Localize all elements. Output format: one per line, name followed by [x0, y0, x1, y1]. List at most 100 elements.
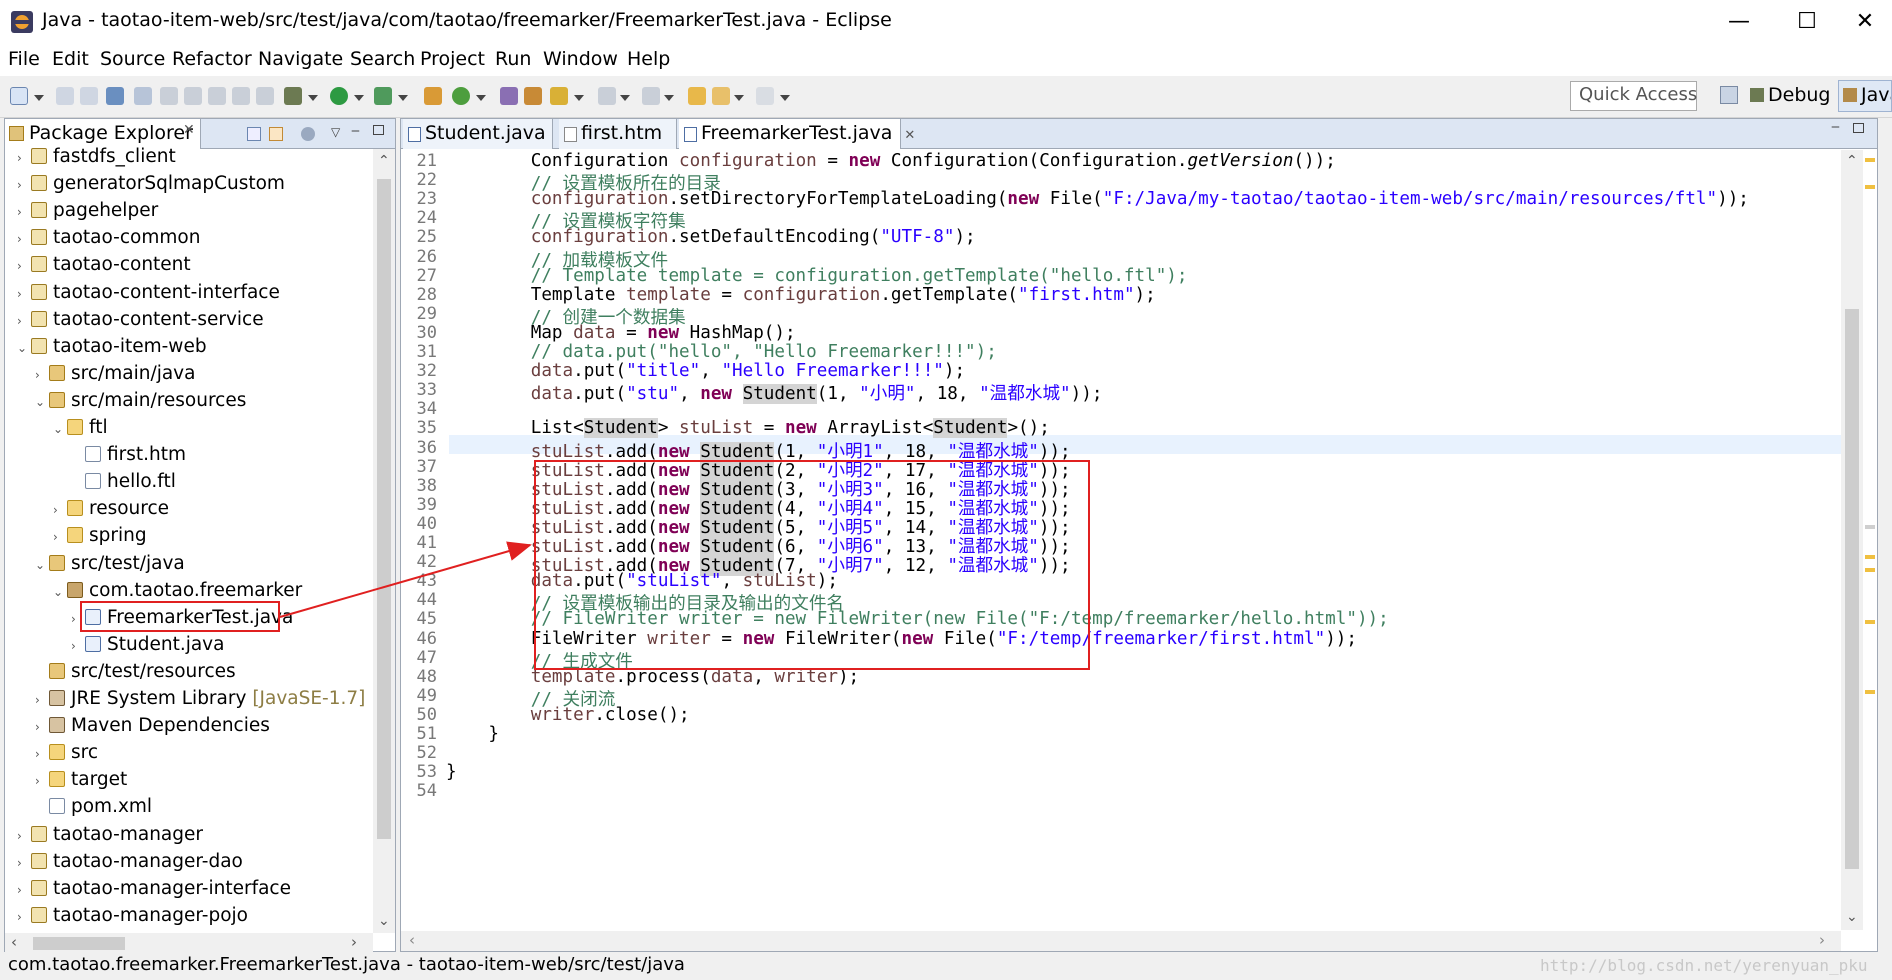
expand-arrow-icon[interactable]: › — [35, 768, 49, 795]
tree-item[interactable]: › taotao-content — [17, 251, 191, 278]
expand-arrow-icon[interactable]: › — [53, 497, 67, 524]
code-line[interactable]: } — [446, 724, 499, 744]
code-line[interactable]: Map data = new HashMap(); — [446, 323, 796, 343]
overview-ruler[interactable] — [1863, 150, 1877, 930]
perspective-debug[interactable]: Debug — [1750, 84, 1830, 106]
scroll-down-icon[interactable]: ⌄ — [1846, 909, 1858, 925]
tool-icon[interactable] — [208, 87, 226, 105]
expand-arrow-icon[interactable]: › — [35, 687, 49, 714]
maximize-view-icon[interactable] — [373, 125, 384, 135]
terminal-icon[interactable] — [106, 87, 124, 105]
close-icon[interactable]: ✕ — [904, 128, 915, 143]
tree-item[interactable]: › taotao-manager-interface — [17, 875, 291, 902]
scroll-right-icon[interactable]: › — [1819, 931, 1825, 949]
search-icon[interactable] — [550, 87, 568, 105]
code-line[interactable]: data.put("stu", new Student(1, "小明", 18,… — [446, 380, 1102, 405]
expand-arrow-icon[interactable]: › — [17, 145, 31, 172]
warning-marker[interactable] — [1865, 620, 1875, 624]
forward-icon[interactable] — [756, 87, 774, 105]
chevron-down-icon[interactable] — [476, 95, 486, 101]
code-line[interactable]: Template template = configuration.getTem… — [446, 285, 1156, 305]
expand-arrow-icon[interactable]: ⌄ — [35, 389, 49, 416]
tree-item[interactable]: › Student.java — [71, 631, 224, 658]
scroll-left-icon[interactable]: ‹ — [11, 933, 17, 951]
menu-source[interactable]: Source — [100, 48, 165, 70]
tree-item[interactable]: › taotao-content-service — [17, 306, 264, 333]
code-line[interactable]: // Template template = configuration.get… — [446, 266, 1188, 286]
tool-icon[interactable] — [184, 87, 202, 105]
tree-item[interactable]: › resource — [53, 495, 169, 522]
code-line[interactable]: configuration.setDefaultEncoding("UTF-8"… — [446, 227, 976, 247]
warning-marker[interactable] — [1865, 185, 1875, 189]
warning-marker[interactable] — [1865, 158, 1875, 162]
tree-item[interactable]: › generatorSqlmapCustom — [17, 170, 285, 197]
expand-arrow-icon[interactable]: ⌄ — [35, 552, 49, 579]
menu-window[interactable]: Window — [543, 48, 618, 70]
close-icon[interactable]: ✕ — [183, 122, 195, 138]
chevron-down-icon[interactable] — [780, 95, 790, 101]
editor-vscroll-thumb[interactable] — [1845, 309, 1859, 869]
tree-item[interactable]: pom.xml — [35, 793, 152, 820]
expand-arrow-icon[interactable]: › — [35, 741, 49, 768]
scroll-up-icon[interactable]: ⌃ — [1846, 153, 1858, 169]
package-explorer-vscroll-thumb[interactable] — [377, 179, 391, 839]
package-explorer-hscroll-thumb[interactable] — [33, 937, 125, 950]
new-icon[interactable] — [10, 87, 28, 105]
tree-item[interactable]: › taotao-manager-pojo — [17, 902, 248, 929]
tree-item[interactable]: › Maven Dependencies — [35, 712, 270, 739]
chevron-down-icon[interactable] — [734, 95, 744, 101]
expand-arrow-icon[interactable]: › — [17, 199, 31, 226]
expand-arrow-icon[interactable]: › — [17, 226, 31, 253]
warning-marker[interactable] — [1865, 690, 1875, 694]
save-all-icon[interactable] — [80, 87, 98, 105]
code-line[interactable]: configuration.setDirectoryForTemplateLoa… — [446, 189, 1749, 209]
open-perspective-icon[interactable] — [1720, 86, 1738, 104]
minimize-view-icon[interactable]: ‒ — [1831, 119, 1840, 135]
menu-navigate[interactable]: Navigate — [258, 48, 343, 70]
warning-marker[interactable] — [1865, 568, 1875, 572]
scroll-left-icon[interactable]: ‹ — [409, 931, 415, 949]
menu-file[interactable]: File — [8, 48, 40, 70]
close-button[interactable]: ✕ — [1838, 4, 1892, 40]
tree-item[interactable]: › pagehelper — [17, 197, 158, 224]
skip-breakpoints-icon[interactable] — [134, 87, 152, 105]
warning-marker[interactable] — [1865, 555, 1875, 559]
collapse-all-icon[interactable] — [247, 127, 261, 141]
tree-item[interactable]: › spring — [53, 522, 147, 549]
coverage-icon[interactable] — [374, 87, 392, 105]
menu-edit[interactable]: Edit — [52, 48, 89, 70]
expand-arrow-icon[interactable]: › — [17, 904, 31, 931]
tree-item[interactable]: ⌄ taotao-item-web — [17, 333, 207, 360]
tree-item[interactable]: hello.ftl — [71, 468, 176, 495]
tree-item[interactable]: › src/main/java — [35, 360, 195, 387]
menu-help[interactable]: Help — [627, 48, 670, 70]
expand-arrow-icon[interactable]: › — [17, 308, 31, 335]
expand-arrow-icon[interactable]: › — [53, 524, 67, 551]
expand-arrow-icon[interactable]: › — [71, 633, 85, 660]
tool-icon[interactable] — [232, 87, 250, 105]
new-class-icon[interactable] — [452, 87, 470, 105]
open-type-icon[interactable] — [500, 87, 518, 105]
expand-arrow-icon[interactable]: › — [35, 714, 49, 741]
expand-arrow-icon[interactable]: › — [17, 877, 31, 904]
tree-item[interactable]: ⌄ ftl — [53, 414, 108, 441]
chevron-down-icon[interactable] — [620, 95, 630, 101]
tree-item[interactable]: › taotao-manager — [17, 821, 203, 848]
chevron-down-icon[interactable] — [574, 95, 584, 101]
chevron-down-icon[interactable] — [398, 95, 408, 101]
tree-item[interactable]: src/test/resources — [35, 658, 236, 685]
perspective-java[interactable]: Java — [1838, 80, 1892, 112]
expand-arrow-icon[interactable]: › — [17, 253, 31, 280]
back-icon[interactable] — [712, 87, 730, 105]
code-line[interactable]: } — [446, 762, 457, 782]
tree-item[interactable]: › taotao-manager-dao — [17, 848, 243, 875]
tab-freemarkertest-java[interactable]: FreemarkerTest.java ✕ — [679, 119, 915, 149]
quick-access-input[interactable]: Quick Access — [1570, 81, 1697, 111]
maximize-button[interactable]: ☐ — [1780, 4, 1834, 40]
tab-student-java[interactable]: Student.java — [403, 119, 553, 149]
code-line[interactable]: writer.close(); — [446, 705, 690, 725]
menu-search[interactable]: Search — [350, 48, 415, 70]
code-line[interactable]: Configuration configuration = new Config… — [446, 151, 1336, 171]
scroll-up-icon[interactable]: ⌃ — [378, 153, 390, 169]
open-resource-icon[interactable] — [524, 87, 542, 105]
